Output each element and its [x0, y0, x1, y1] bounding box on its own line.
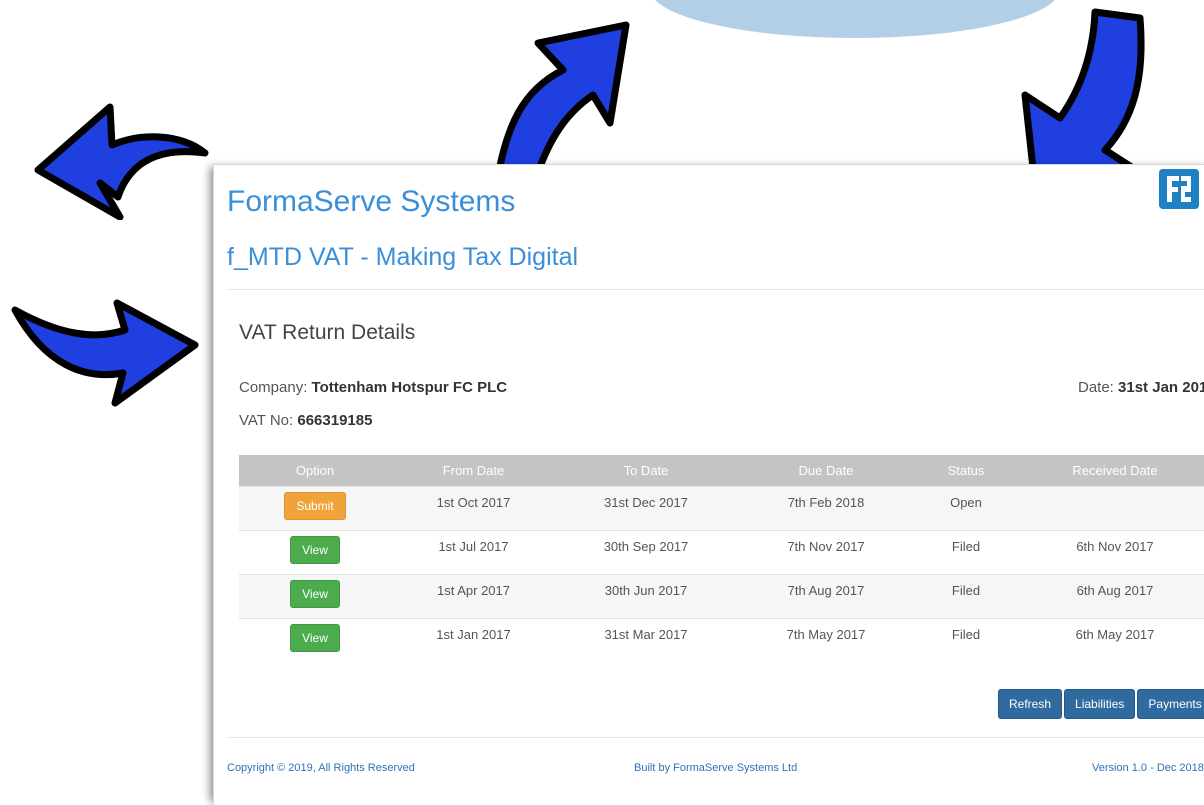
column-header-from-date: From Date	[442, 463, 505, 478]
built-by-link[interactable]: Built by FormaServe Systems Ltd	[634, 762, 797, 774]
received-date-cell: 6th Aug 2017	[1076, 583, 1154, 598]
received-date-cell: 6th Nov 2017	[1076, 539, 1154, 554]
to-date-cell: 30th Sep 2017	[603, 539, 689, 554]
header-divider	[227, 289, 1204, 290]
view-button[interactable]: View	[290, 536, 340, 564]
from-date-cell: 1st Jul 2017	[438, 539, 509, 554]
view-button[interactable]: View	[290, 580, 340, 608]
from-date-cell: 1st Oct 2017	[436, 495, 511, 510]
formaserve-logo	[1159, 169, 1199, 209]
table-row: View 1st Jan 2017 31st Mar 2017 7th May …	[239, 618, 1204, 662]
to-date-cell: 30th Jun 2017	[604, 583, 688, 598]
due-date-cell: 7th Aug 2017	[787, 583, 865, 598]
to-date-cell: 31st Mar 2017	[604, 627, 688, 642]
version-text: Version 1.0 - Dec 2018	[1092, 762, 1204, 774]
brand-title: FormaServe Systems	[227, 185, 516, 218]
table-header: Option From Date To Date Due Date Status…	[239, 455, 1204, 486]
due-date-cell: 7th May 2017	[786, 627, 866, 642]
liabilities-button[interactable]: Liabilities	[1064, 689, 1136, 719]
section-title: VAT Return Details	[239, 321, 416, 344]
company-info: Company: Tottenham Hotspur FC PLC	[239, 379, 507, 396]
vat-label: VAT No:	[239, 412, 294, 429]
payments-button[interactable]: Payments	[1137, 689, 1204, 719]
status-cell: Filed	[951, 627, 981, 642]
from-date-cell: 1st Jan 2017	[436, 627, 511, 642]
column-header-received-date: Received Date	[1072, 463, 1158, 478]
received-date-cell	[1016, 487, 1204, 495]
main-panel: FormaServe Systems f_MTD VAT - Making Ta…	[213, 164, 1204, 805]
vat-info: VAT No: 666319185	[239, 412, 372, 429]
date-value: 31st Jan 201	[1118, 379, 1204, 396]
refresh-button[interactable]: Refresh	[998, 689, 1063, 719]
status-cell: Open	[950, 495, 982, 510]
company-value: Tottenham Hotspur FC PLC	[311, 379, 508, 396]
due-date-cell: 7th Feb 2018	[787, 495, 865, 510]
date-info: Date: 31st Jan 201	[1078, 379, 1204, 396]
due-date-cell: 7th Nov 2017	[787, 539, 865, 554]
column-header-due-date: Due Date	[798, 463, 854, 478]
decorative-ellipse	[650, 0, 1060, 38]
arrow-left-icon	[34, 103, 209, 220]
column-header-option: Option	[295, 463, 335, 478]
to-date-cell: 31st Dec 2017	[604, 495, 688, 510]
date-label: Date:	[1078, 379, 1114, 396]
status-cell: Filed	[951, 583, 981, 598]
copyright-text: Copyright © 2019, All Rights Reserved	[227, 762, 415, 774]
table-row: View 1st Apr 2017 30th Jun 2017 7th Aug …	[239, 574, 1204, 618]
column-header-status: Status	[947, 463, 985, 478]
table-row: View 1st Jul 2017 30th Sep 2017 7th Nov …	[239, 530, 1204, 574]
status-cell: Filed	[951, 539, 981, 554]
view-button[interactable]: View	[290, 624, 340, 652]
vat-returns-table: Option From Date To Date Due Date Status…	[239, 455, 1204, 662]
from-date-cell: 1st Apr 2017	[437, 583, 510, 598]
action-buttons: Refresh Liabilities Payments	[998, 689, 1204, 719]
arrow-right-icon	[11, 299, 199, 407]
page-subtitle: f_MTD VAT - Making Tax Digital	[227, 243, 579, 271]
column-header-to-date: To Date	[623, 463, 669, 478]
vat-value: 666319185	[297, 412, 373, 429]
footer-divider	[227, 737, 1204, 738]
received-date-cell: 6th May 2017	[1075, 627, 1155, 642]
table-row: Submit 1st Oct 2017 31st Dec 2017 7th Fe…	[239, 486, 1204, 530]
company-label: Company:	[239, 379, 308, 396]
submit-button[interactable]: Submit	[284, 492, 346, 520]
